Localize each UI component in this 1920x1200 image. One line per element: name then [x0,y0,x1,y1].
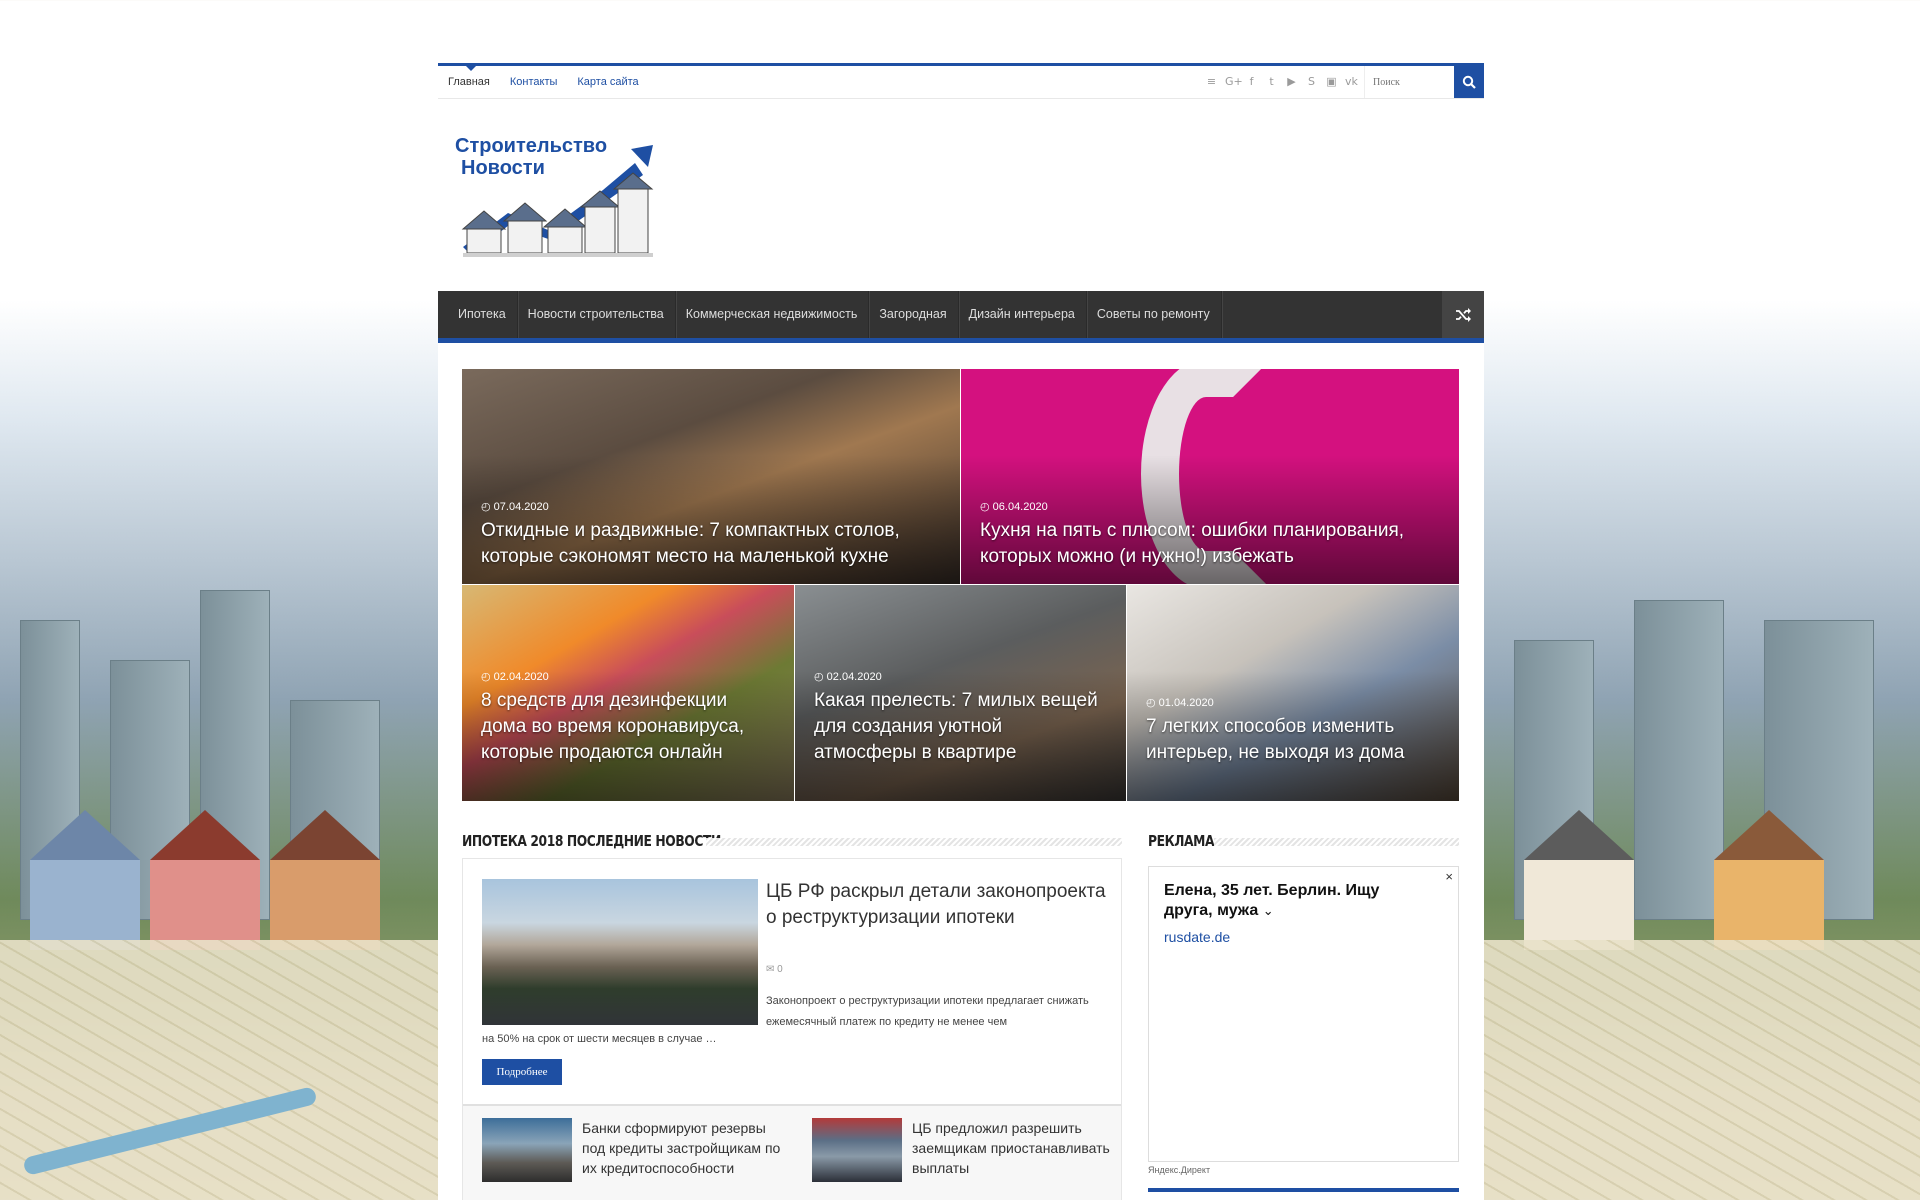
list-item-title[interactable]: Банки сформируют резервы под кредиты зас… [582,1118,782,1178]
ad-source[interactable]: Яндекс.Директ [1148,1165,1210,1175]
nav-item-repair-tips[interactable]: Советы по ремонту [1087,291,1222,338]
news-thumbnail[interactable] [482,1118,572,1182]
top-nav-contacts[interactable]: Контакты [510,76,558,88]
top-bar: Главная Контакты Карта сайта ≡ G+ f t ▶ … [438,66,1484,99]
random-post-button[interactable] [1442,291,1484,338]
search-button[interactable] [1454,66,1484,98]
featured-post[interactable]: ◴ 01.04.2020 7 легких способов изменить … [1127,585,1459,801]
post-date: ◴ 02.04.2020 [481,671,549,683]
background-cityscape-right [1484,480,1920,1200]
ad-section-title: РЕКЛАМА [1148,832,1215,850]
featured-post[interactable]: ◴ 07.04.2020 Откидные и раздвижные: 7 ко… [462,369,960,584]
featured-post[interactable]: ◴ 06.04.2020 Кухня на пять с плюсом: оши… [961,369,1459,584]
shuffle-icon [1456,307,1471,322]
post-title[interactable]: 8 средств для дезинфекции дома во время … [481,688,776,766]
page-container: Главная Контакты Карта сайта ≡ G+ f t ▶ … [438,63,1484,1200]
section-divider [706,838,1122,846]
list-item-title[interactable]: ЦБ предложил разрешить заемщикам приоста… [912,1118,1112,1178]
ad-link[interactable]: rusdate.de [1164,929,1230,945]
post-title[interactable]: 7 легких способов изменить интерьер, не … [1146,714,1441,766]
post-date: ◴ 06.04.2020 [980,501,1048,513]
chevron-down-icon[interactable]: ⌄ [1263,903,1274,918]
main-nav: Ипотека Новости строительства Коммерческ… [438,291,1484,343]
featured-posts: ◴ 07.04.2020 Откидные и раздвижные: 7 ко… [462,369,1459,801]
ad-section-divider [1214,838,1459,846]
news-image[interactable] [482,879,758,1025]
list-item[interactable]: ЦБ предложил разрешить заемщикам приоста… [812,1118,1132,1182]
google-plus-icon[interactable]: G+ [1225,75,1243,88]
ad-block[interactable]: × Елена, 35 лет. Берлин. Ищу друга, мужа… [1148,866,1459,1162]
vk-icon[interactable]: vk [1345,75,1358,88]
site-header: Строительство Новости [438,99,1484,291]
post-date: ◴ 02.04.2020 [814,671,882,683]
post-date: ◴ 01.04.2020 [1146,697,1214,709]
skype-icon[interactable]: S [1305,75,1318,88]
top-nav-sitemap[interactable]: Карта сайта [577,76,638,88]
post-title[interactable]: Какая прелесть: 7 милых вещей для создан… [814,688,1108,766]
logo-houses-graphic [461,145,654,257]
featured-post[interactable]: ◴ 02.04.2020 8 средств для дезинфекции д… [462,585,794,801]
read-more-button[interactable]: Подробнее [482,1059,562,1085]
twitter-icon[interactable]: t [1265,75,1278,88]
close-icon[interactable]: × [1445,869,1453,884]
top-nav: Главная Контакты Карта сайта [438,66,659,88]
nav-item-construction-news[interactable]: Новости строительства [518,291,676,338]
instagram-icon[interactable]: ▣ [1325,75,1338,88]
news-thumbnail[interactable] [812,1118,902,1182]
ad-title[interactable]: Елена, 35 лет. Берлин. Ищу друга, мужа ⌄ [1164,881,1424,921]
nav-item-interior[interactable]: Дизайн интерьера [959,291,1087,338]
background-cityscape-left [0,480,438,1200]
nav-item-country[interactable]: Загородная [869,291,959,338]
search-box [1364,66,1484,98]
ad-divider [1148,1188,1459,1192]
news-excerpt: Законопроект о реструктуризации ипотеки … [766,995,1089,1028]
facebook-icon[interactable]: f [1245,75,1258,88]
news-box: ЦБ РФ раскрыл детали законопроекта о рес… [462,858,1122,1200]
news-excerpt-continued: на 50% на срок от шести месяцев в случае… [482,1033,717,1045]
post-title[interactable]: Откидные и раздвижные: 7 компактных стол… [481,518,942,570]
comment-count[interactable]: ✉ 0 [766,964,783,975]
related-news-list: Банки сформируют резервы под кредиты зас… [463,1104,1121,1200]
search-input[interactable] [1364,66,1454,98]
top-nav-home[interactable]: Главная [448,66,490,88]
nav-item-mortgage[interactable]: Ипотека [438,291,518,338]
post-title[interactable]: Кухня на пять с плюсом: ошибки планирова… [980,518,1441,570]
section-title: ИПОТЕКА 2018 ПОСЛЕДНИЕ НОВОСТИ [462,832,721,850]
post-date: ◴ 07.04.2020 [481,501,549,513]
social-icons: ≡ G+ f t ▶ S ▣ vk [1205,75,1358,88]
site-logo[interactable]: Строительство Новости [453,135,658,265]
nav-item-commercial[interactable]: Коммерческая недвижимость [676,291,870,338]
news-title[interactable]: ЦБ РФ раскрыл детали законопроекта о рес… [766,879,1106,931]
rss-icon[interactable]: ≡ [1205,75,1218,88]
featured-post[interactable]: ◴ 02.04.2020 Какая прелесть: 7 милых вещ… [795,585,1126,801]
search-icon [1462,75,1476,89]
list-item[interactable]: Банки сформируют резервы под кредиты зас… [482,1118,802,1182]
youtube-icon[interactable]: ▶ [1285,75,1298,88]
